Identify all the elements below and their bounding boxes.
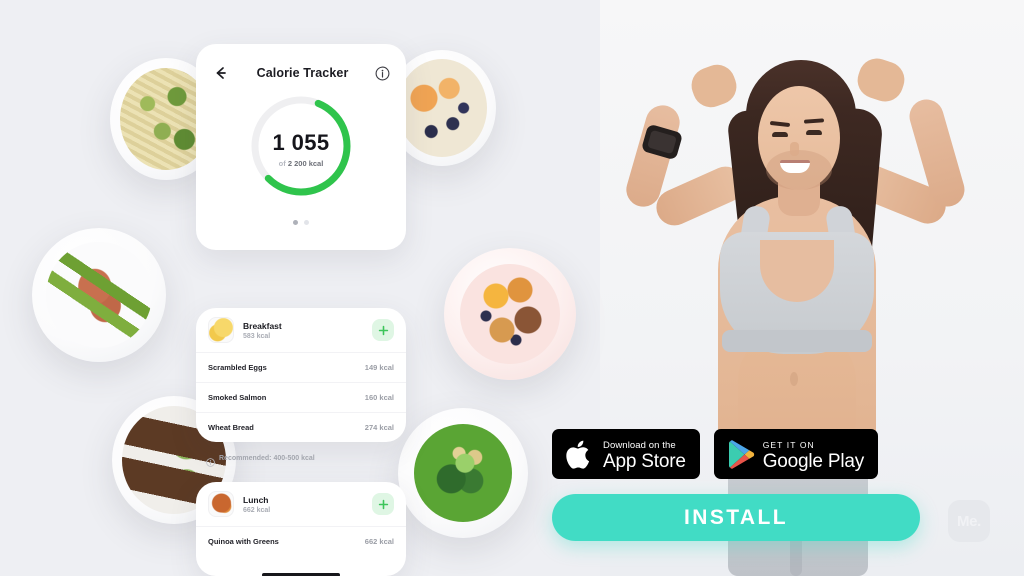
recommendation-text: Recommended: 400-500 kcal <box>219 455 315 462</box>
page-title: Calorie Tracker <box>256 66 349 80</box>
install-button[interactable]: INSTALL <box>552 494 920 541</box>
badge-small-text: GET IT ON <box>762 439 815 450</box>
add-food-button-lunch[interactable] <box>372 493 394 515</box>
food-row[interactable]: Wheat Bread 274 kcal <box>196 412 406 442</box>
google-play-badge[interactable]: GET IT ON Google Play <box>713 429 879 479</box>
info-icon[interactable] <box>375 66 390 81</box>
badge-big-text: App Store <box>603 451 686 473</box>
ad-banner: Calorie Tracker 1 055 of 2 200 kcal Brea… <box>0 0 1024 576</box>
food-row[interactable]: Scrambled Eggs 149 kcal <box>196 352 406 382</box>
food-photo-green-soup <box>398 408 528 538</box>
meal-card-breakfast: Breakfast 583 kcal Scrambled Eggs 149 kc… <box>196 308 406 442</box>
arrow-left-icon[interactable] <box>212 64 230 82</box>
add-food-button-breakfast[interactable] <box>372 319 394 341</box>
calories-consumed: 1 055 <box>272 130 330 155</box>
meal-name: Breakfast <box>243 320 282 331</box>
page-dot-1[interactable] <box>293 220 298 225</box>
meal-name: Lunch <box>243 494 269 505</box>
quinoa-bowl-thumb-icon <box>208 491 234 517</box>
calorie-tracker-card: Calorie Tracker 1 055 of 2 200 kcal <box>196 44 406 250</box>
google-play-icon <box>728 439 754 469</box>
food-calories: 160 kcal <box>364 393 394 402</box>
apple-logo-icon <box>566 440 590 469</box>
food-calories: 149 kcal <box>364 363 394 372</box>
badge-small-text: Download on the <box>603 439 676 451</box>
food-photo-bacon-asparagus <box>32 228 166 362</box>
food-name: Smoked Salmon <box>208 393 267 402</box>
badge-big-text: Google Play <box>762 451 865 473</box>
phone-mockup: Calorie Tracker 1 055 of 2 200 kcal Brea… <box>196 44 406 576</box>
recommendation-row: Recommended: 400-500 kcal <box>206 454 315 467</box>
page-dot-2[interactable] <box>304 220 309 225</box>
app-header: Calorie Tracker <box>212 62 390 84</box>
food-row[interactable]: Quinoa with Greens 662 kcal <box>196 526 406 556</box>
meal-calories: 662 kcal <box>243 506 271 514</box>
meal-calories: 583 kcal <box>243 332 271 340</box>
food-calories: 274 kcal <box>364 423 394 432</box>
plus-icon <box>378 499 388 509</box>
food-photo-pastries-pink-plate <box>444 248 576 380</box>
page-indicator[interactable] <box>212 220 390 225</box>
meal-header: Breakfast 583 kcal <box>196 308 406 352</box>
calories-goal: of 2 200 kcal <box>278 159 324 168</box>
meal-header: Lunch 662 kcal <box>196 482 406 526</box>
meal-card-lunch: Lunch 662 kcal Quinoa with Greens 662 kc… <box>196 482 406 576</box>
food-name: Scrambled Eggs <box>208 363 267 372</box>
food-row[interactable]: Smoked Salmon 160 kcal <box>196 382 406 412</box>
food-name: Quinoa with Greens <box>208 537 279 546</box>
brand-logo-text: Me. <box>956 512 982 530</box>
hero-woman-image <box>600 0 1024 576</box>
food-name: Wheat Bread <box>208 423 254 432</box>
info-icon <box>206 454 215 467</box>
calorie-progress-ring: 1 055 of 2 200 kcal <box>212 90 390 218</box>
app-store-badge[interactable]: Download on the App Store <box>552 429 700 479</box>
food-calories: 662 kcal <box>364 537 394 546</box>
plus-icon <box>378 325 388 335</box>
scrambled-eggs-thumb-icon <box>208 317 234 343</box>
brand-logo: Me. <box>948 500 990 542</box>
store-badges: Download on the App Store GET IT ON Goog… <box>552 429 879 479</box>
